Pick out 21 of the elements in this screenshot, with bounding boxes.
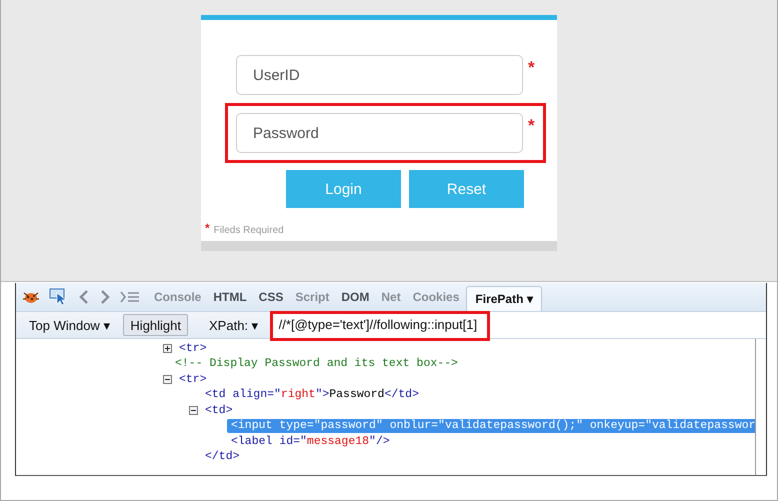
code-line[interactable]: <tr> [179,372,211,387]
input-field[interactable]: Password [236,113,523,153]
code-line[interactable]: </td> [205,450,244,464]
required-mark: * [205,222,210,234]
code-line[interactable]: <label id="message18"/> [231,434,394,449]
code-line[interactable]: <!-- Display Password and its text box--> [175,357,462,372]
code-line[interactable]: <td> [205,404,237,418]
xpath-menu[interactable]: XPath: ▾ [202,314,266,336]
panel-tab[interactable]: FirePath ▾ [466,286,542,311]
panel-tab[interactable]: HTML [208,285,252,309]
required-mark: * [528,59,535,76]
xpath-field[interactable]: //*[@type='text']//following::input[1] [272,312,766,338]
required-mark: * [528,117,535,134]
code-line[interactable]: <tr> [179,342,211,356]
highlight-toggle[interactable]: Highlight [123,314,188,336]
panel-tab[interactable]: CSS [254,285,288,309]
panel-tab[interactable]: DOM [336,285,374,309]
code-line[interactable]: <td align="right">Password</td> [205,388,423,402]
input-field[interactable]: UserID [236,55,523,95]
frame-menu[interactable]: Top Window ▾ [22,314,118,336]
footnote-text: Fileds Required [214,225,284,236]
